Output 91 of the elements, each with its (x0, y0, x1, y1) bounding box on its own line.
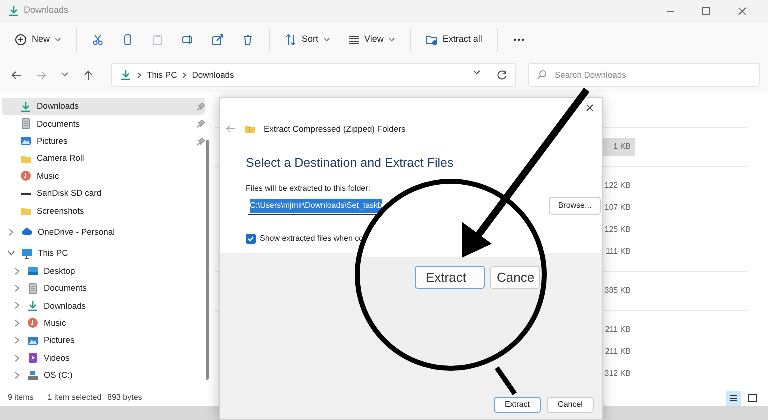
zip-folder-icon (426, 34, 438, 46)
sidebar-item[interactable]: Documents (2, 280, 205, 298)
checkbox[interactable] (246, 234, 256, 244)
toolbar-button[interactable]: View (340, 29, 402, 51)
scrollbar[interactable] (206, 140, 209, 380)
file-size: 211 KB (604, 324, 632, 336)
search-field[interactable]: Search Downloads (528, 63, 760, 87)
document-icon (27, 282, 39, 295)
window-title: Downloads (24, 4, 69, 18)
browse-button[interactable]: Browse... (549, 196, 601, 215)
sort-icon (285, 34, 298, 46)
scissors-icon (92, 34, 104, 46)
share-icon (212, 34, 224, 46)
file-size: 385 KB (604, 285, 632, 297)
file-size: 125 KB (604, 224, 632, 236)
download-icon (120, 69, 132, 81)
download-icon (8, 5, 20, 17)
sidebar-item[interactable]: Camera Roll (2, 150, 205, 168)
path-field[interactable]: C:\Users\mjmir\Downloads\Set_taskb (248, 198, 385, 215)
selection-info: 1 item selected (48, 392, 102, 404)
trash-icon (242, 34, 254, 46)
close-icon (586, 104, 594, 112)
magnifier-handle (494, 366, 518, 396)
download-icon (20, 100, 32, 113)
pin-icon (197, 103, 205, 112)
sidebar-item[interactable]: Pictures (2, 132, 205, 150)
chevron-down-icon (61, 72, 69, 78)
sidebar-item[interactable]: Pictures (2, 332, 205, 350)
pin-icon (197, 120, 205, 128)
sidebar-item[interactable]: OS (C:) (2, 366, 205, 384)
breadcrumb[interactable]: Downloads (192, 68, 234, 82)
search-icon (537, 70, 547, 80)
field-label: Files will be extracted to this folder: (246, 182, 372, 195)
check-icon (247, 234, 255, 243)
sidebar-item[interactable]: This PC (2, 245, 205, 263)
download-icon (27, 300, 39, 312)
zip-folder-icon (244, 123, 256, 135)
sidebar-item[interactable]: Screenshots (2, 202, 205, 220)
back-arrow-icon (226, 125, 236, 133)
chevron-right-icon (137, 72, 142, 78)
file-size: 312 KB (604, 368, 632, 380)
desktop-icon (27, 265, 39, 278)
tiles-view-icon (747, 392, 758, 404)
selection-size: 893 bytes (108, 392, 142, 404)
file-size: 111 KB (604, 246, 632, 258)
dialog-heading: Select a Destination and Extract Files (246, 155, 455, 172)
chevron-right-icon (182, 72, 188, 78)
address-bar[interactable]: This PC Downloads (111, 63, 516, 87)
toolbar-button[interactable]: Extract all (418, 29, 490, 51)
dialog-title: Extract Compressed (Zipped) Folders (264, 122, 406, 136)
picture-icon (20, 135, 32, 148)
back-arrow-icon (11, 70, 22, 80)
add-icon (15, 34, 27, 46)
toolbar-button[interactable]: New (8, 29, 68, 51)
sidebar-item[interactable]: Videos (2, 349, 205, 367)
up-arrow-icon (83, 70, 94, 80)
pin-icon (197, 138, 205, 146)
dialog-button[interactable]: Extract (494, 397, 541, 413)
file-size: 211 KB (604, 346, 632, 358)
clipboard-icon (152, 34, 164, 46)
rename-icon (182, 34, 194, 46)
view-toggle[interactable] (726, 390, 741, 406)
refresh-icon (497, 70, 507, 80)
copy-icon (122, 34, 134, 46)
sidebar-item[interactable]: OneDrive - Personal (2, 224, 205, 242)
maximize-icon (702, 6, 710, 16)
sidebar-item[interactable]: Desktop (2, 262, 205, 280)
item-count: 9 items (8, 392, 34, 404)
music-icon (27, 317, 39, 330)
details-view-icon (728, 392, 739, 404)
forward-arrow-icon (36, 70, 47, 80)
sidebar-item[interactable]: Downloads (2, 297, 205, 315)
sidebar-item[interactable]: Downloads (2, 98, 205, 116)
sidebar-item[interactable]: Documents (2, 115, 205, 133)
video-icon (27, 352, 39, 364)
music-icon (20, 170, 32, 182)
toolbar-button[interactable]: Sort (278, 29, 337, 51)
sidebar-item[interactable]: Music (2, 314, 205, 332)
monitor-icon (21, 248, 33, 260)
document-icon (20, 118, 32, 130)
sidebar-item[interactable]: Music (2, 168, 205, 185)
folder-icon (20, 205, 32, 218)
picture-icon (27, 334, 39, 347)
dialog-button[interactable]: Cancel (547, 397, 594, 413)
breadcrumb[interactable]: This PC (147, 68, 178, 82)
close-icon (738, 6, 746, 16)
sidebar-item[interactable]: SanDisk SD card (2, 184, 205, 202)
disk-icon (27, 370, 39, 382)
list-icon (348, 34, 360, 46)
file-size: 122 KB (604, 180, 632, 192)
chevron-down-icon (473, 70, 481, 76)
